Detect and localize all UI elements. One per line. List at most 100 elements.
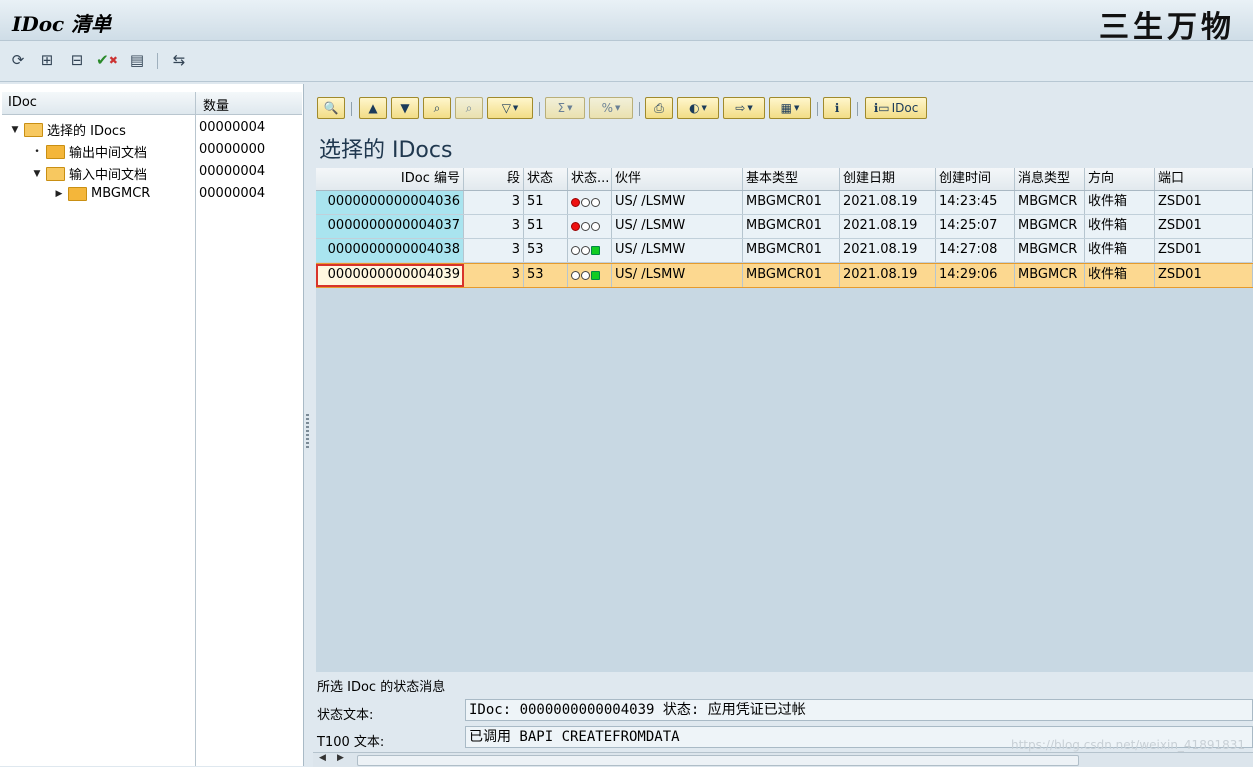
- traffic-light-red-icon: [571, 191, 608, 213]
- tree-node-inbound[interactable]: ▼ 输入中间文档 00000004: [2, 161, 302, 183]
- views-icon[interactable]: ◐ ▼: [677, 97, 719, 119]
- info-icon[interactable]: ℹ: [823, 97, 851, 119]
- basic-type-cell: MBGMCR01: [743, 264, 840, 287]
- direction-cell: 收件箱: [1085, 215, 1155, 238]
- t100-text-label: T100 文本:: [317, 735, 385, 750]
- filter-icon[interactable]: ▽ ▼: [487, 97, 533, 119]
- status-cell: 53: [524, 239, 568, 262]
- column-header-partner[interactable]: 伙伴: [612, 168, 743, 190]
- tree-node-count: 00000004: [199, 186, 266, 201]
- find-next-icon[interactable]: ⌕: [455, 97, 483, 119]
- list-title: 选择的 IDocs: [319, 138, 453, 163]
- print-icon[interactable]: ⎙: [645, 97, 673, 119]
- idoc-list-panel: 🔍 ▲ ▼ ⌕ ⌕ ▽ ▼ Σ ▼ % ▼ ⎙ ◐ ▼ ⇨ ▼ ▦ ▼ ℹ ℹ▭ IDoc …: [313, 84, 1253, 767]
- status-text-field[interactable]: IDoc: 0000000000004039 状态: 应用凭证已过帐: [465, 699, 1253, 721]
- sort-ascending-icon[interactable]: ▲: [359, 97, 387, 119]
- window-title: IDoc 清单: [12, 12, 112, 36]
- tree-node-outbound[interactable]: • 输出中间文档 00000000: [2, 139, 302, 161]
- blog-watermark: https://blog.csdn.net/weixin_41891831: [1010, 738, 1245, 752]
- column-header-direction[interactable]: 方向: [1085, 168, 1155, 190]
- idoc-number-cell[interactable]: 0000000000004037: [316, 215, 464, 238]
- status-light-cell: [568, 264, 612, 287]
- collapse-icon[interactable]: ⊟: [67, 50, 87, 70]
- find-icon[interactable]: ⌕: [423, 97, 451, 119]
- tree-header-count[interactable]: 数量: [203, 95, 229, 114]
- panel-splitter[interactable]: [304, 84, 312, 766]
- idoc-number-cell[interactable]: 0000000000004039: [316, 264, 464, 287]
- leaf-dot-icon: •: [34, 146, 40, 157]
- layout-icon[interactable]: ▦ ▼: [769, 97, 811, 119]
- toolbar-separator: [639, 102, 640, 116]
- sum-icon[interactable]: Σ ▼: [545, 97, 585, 119]
- column-header-basic-type[interactable]: 基本类型: [743, 168, 840, 190]
- basic-type-cell: MBGMCR01: [743, 191, 840, 214]
- collapse-triangle-icon[interactable]: ▶: [54, 189, 64, 199]
- partner-cell: US/ /LSMW: [612, 239, 743, 262]
- traffic-light-red-icon: [571, 215, 608, 237]
- idoc-button[interactable]: ℹ▭ IDoc: [865, 97, 927, 119]
- column-header-idoc-number[interactable]: IDoc 编号: [316, 168, 464, 190]
- idoc-number-cell[interactable]: 0000000000004036: [316, 191, 464, 214]
- message-type-cell: MBGMCR: [1015, 191, 1085, 214]
- segment-cell: 3: [464, 264, 524, 287]
- scroll-right-icon[interactable]: ▶: [337, 753, 344, 763]
- export-icon[interactable]: ⇨ ▼: [723, 97, 765, 119]
- port-cell: ZSD01: [1155, 215, 1253, 238]
- expand-icon[interactable]: ⊞: [37, 50, 57, 70]
- segment-cell: 3: [464, 215, 524, 238]
- status-cell: 53: [524, 264, 568, 287]
- partner-cell: US/ /LSMW: [612, 215, 743, 238]
- column-header-port[interactable]: 端口: [1155, 168, 1253, 190]
- idoc-number-cell[interactable]: 0000000000004038: [316, 239, 464, 262]
- tree-node-mbgmcr[interactable]: ▶ MBGMCR 00000004: [2, 183, 302, 205]
- status-cell: 51: [524, 215, 568, 238]
- message-type-cell: MBGMCR: [1015, 264, 1085, 287]
- toolbar-separator: [157, 53, 158, 69]
- folder-icon: [68, 186, 87, 201]
- table-row-selected[interactable]: 0000000000004039 3 53 US/ /LSMW MBGMCR01…: [316, 263, 1253, 288]
- column-header-message-type[interactable]: 消息类型: [1015, 168, 1085, 190]
- table-row[interactable]: 0000000000004036 3 51 US/ /LSMW MBGMCR01…: [316, 191, 1253, 215]
- tree-node-label: 选择的 IDocs: [47, 124, 126, 139]
- column-header-segment[interactable]: 段: [464, 168, 524, 190]
- basic-type-cell: MBGMCR01: [743, 239, 840, 262]
- table-row[interactable]: 0000000000004038 3 53 US/ /LSMW MBGMCR01…: [316, 239, 1253, 263]
- segment-cell: 3: [464, 191, 524, 214]
- port-cell: ZSD01: [1155, 264, 1253, 287]
- tree-node-label: 输入中间文档: [69, 168, 148, 183]
- column-header-status-light[interactable]: 状态...: [568, 168, 612, 190]
- select-delete-icon[interactable]: ✔ ✖: [96, 50, 118, 70]
- expand-triangle-icon[interactable]: ▼: [10, 125, 20, 135]
- alv-toolbar: 🔍 ▲ ▼ ⌕ ⌕ ▽ ▼ Σ ▼ % ▼ ⎙ ◐ ▼ ⇨ ▼ ▦ ▼ ℹ ℹ▭ IDoc: [313, 94, 1253, 124]
- toolbar-separator: [351, 102, 352, 116]
- transfer-icon[interactable]: ⇆: [169, 50, 189, 70]
- tree-header-idoc[interactable]: IDoc: [8, 95, 37, 110]
- document-icon[interactable]: ▤: [127, 50, 147, 70]
- idoc-tree-panel: IDoc 数量 ▼ 选择的 IDocs 00000004 • 输出中间文档 00…: [0, 84, 304, 766]
- refresh-icon[interactable]: ⟳: [8, 50, 28, 70]
- tree-node-selected-idocs[interactable]: ▼ 选择的 IDocs 00000004: [2, 117, 302, 139]
- sort-descending-icon[interactable]: ▼: [391, 97, 419, 119]
- created-date-cell: 2021.08.19: [840, 264, 936, 287]
- tree-node-count: 00000004: [199, 164, 266, 179]
- created-time-cell: 14:29:06: [936, 264, 1015, 287]
- tree-node-count: 00000004: [199, 120, 266, 135]
- details-icon[interactable]: 🔍: [317, 97, 345, 119]
- expand-triangle-icon[interactable]: ▼: [32, 169, 42, 179]
- column-header-created-time[interactable]: 创建时间: [936, 168, 1015, 190]
- direction-cell: 收件箱: [1085, 264, 1155, 287]
- toolbar-separator: [817, 102, 818, 116]
- column-header-created-date[interactable]: 创建日期: [840, 168, 936, 190]
- direction-cell: 收件箱: [1085, 239, 1155, 262]
- subtotal-icon[interactable]: % ▼: [589, 97, 633, 119]
- table-row[interactable]: 0000000000004037 3 51 US/ /LSMW MBGMCR01…: [316, 215, 1253, 239]
- scrollbar-thumb[interactable]: [357, 755, 1079, 766]
- grid-header: IDoc 编号 段 状态 状态... 伙伴 基本类型 创建日期 创建时间 消息类…: [316, 168, 1253, 191]
- horizontal-scrollbar[interactable]: ◀ ▶: [313, 752, 1253, 767]
- partner-cell: US/ /LSMW: [612, 191, 743, 214]
- scroll-left-icon[interactable]: ◀: [319, 753, 326, 763]
- message-type-cell: MBGMCR: [1015, 215, 1085, 238]
- splitter-grip-icon[interactable]: [306, 414, 309, 450]
- status-light-cell: [568, 239, 612, 262]
- column-header-status[interactable]: 状态: [524, 168, 568, 190]
